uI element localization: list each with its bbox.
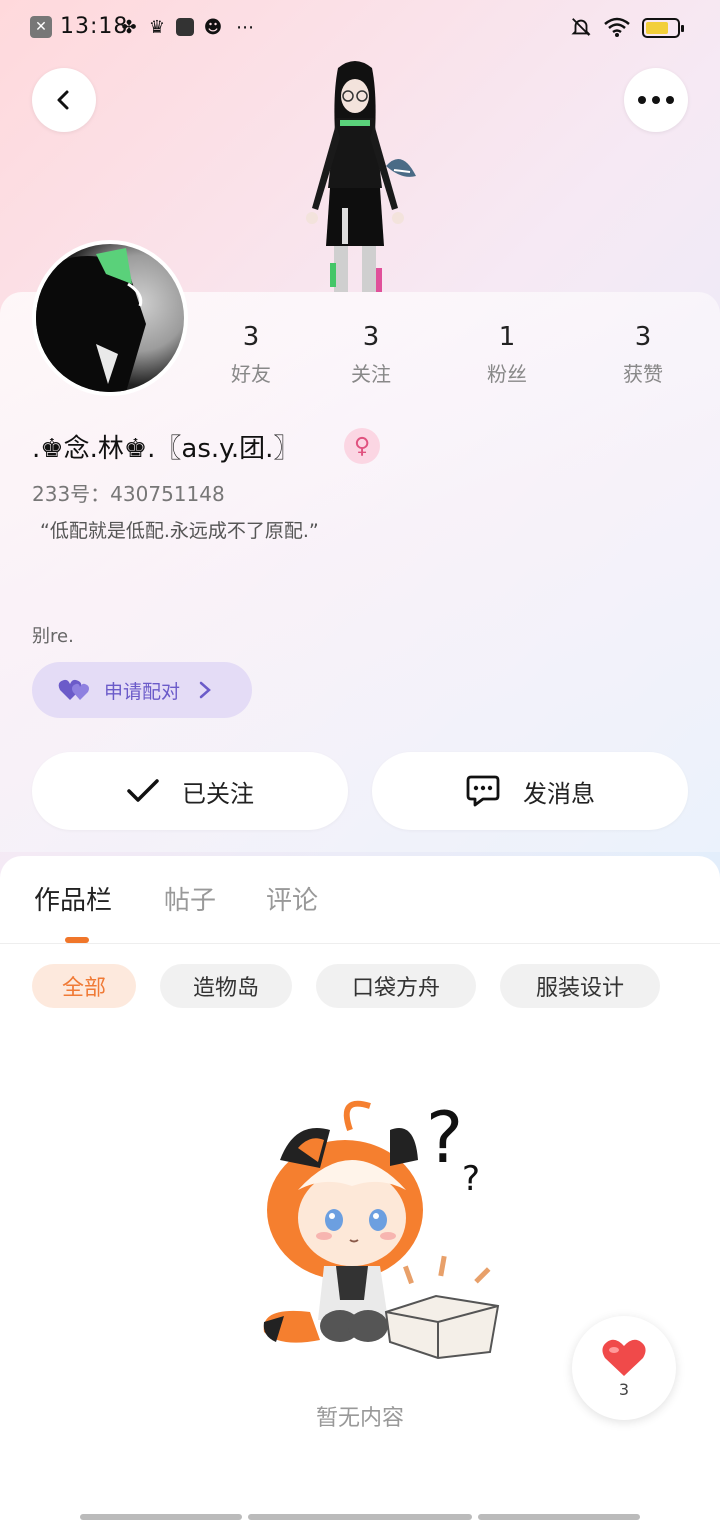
chat-bubble-icon [466, 775, 500, 807]
home-indicator-segment [80, 1514, 242, 1520]
wifi-icon [602, 16, 632, 38]
apply-pairing-button[interactable]: 申请配对 [32, 662, 252, 718]
send-message-button[interactable]: 发消息 [372, 752, 688, 830]
apply-pairing-label: 申请配对 [104, 680, 181, 703]
stat-likes-value: 3 [634, 322, 652, 352]
pinwheel-icon: ✤ [121, 16, 137, 38]
profile-note: 别re. [32, 626, 74, 647]
chevron-right-icon [199, 681, 211, 699]
stat-following[interactable]: 3 关注 [316, 322, 426, 387]
chevron-left-icon [57, 90, 69, 110]
crown-icon: ♛ [148, 16, 166, 38]
more-horizontal-icon [638, 96, 674, 104]
status-bar: ✕ 13:18 ✤ ♛ ☻ ⋯ [0, 0, 720, 56]
like-count: 3 [618, 1379, 630, 1399]
user-avatar[interactable] [32, 240, 188, 396]
tab-divider [0, 943, 720, 944]
tab-comments[interactable]: 评论 [266, 880, 318, 917]
empty-state-illustration: ? ? [240, 1090, 510, 1360]
app-square-icon [174, 16, 196, 38]
stat-following-label: 关注 [351, 362, 391, 386]
bell-mute-icon [570, 16, 592, 38]
stat-friends-label: 好友 [231, 362, 271, 386]
notification-close-icon: ✕ [30, 16, 52, 38]
stat-following-value: 3 [362, 322, 380, 352]
more-options-button[interactable] [624, 68, 688, 132]
stat-friends-value: 3 [242, 322, 260, 352]
stat-likes[interactable]: 3 获赞 [588, 322, 698, 387]
bio-text: “低配就是低配.永远成不了原配.” [40, 520, 319, 542]
filter-chip-creation-island[interactable]: 造物岛 [160, 964, 292, 1008]
checkmark-icon [127, 779, 159, 802]
character-avatar-figure [290, 58, 420, 292]
more-notifications-icon: ⋯ [236, 16, 254, 38]
stat-fans[interactable]: 1 粉丝 [452, 322, 562, 387]
filter-chip-pocket-ark[interactable]: 口袋方舟 [316, 964, 476, 1008]
send-message-label: 发消息 [523, 779, 595, 808]
hearts-icon [58, 679, 89, 700]
home-indicator-segment [478, 1514, 640, 1520]
like-button[interactable]: 3 [572, 1316, 676, 1420]
svg-text:?: ? [426, 1097, 463, 1179]
stat-fans-value: 1 [498, 322, 516, 352]
stat-likes-label: 获赞 [623, 362, 663, 386]
svg-text:?: ? [462, 1159, 480, 1199]
battery-icon [642, 18, 684, 38]
home-indicator-segment [248, 1514, 472, 1520]
filter-chip-clothing-design[interactable]: 服装设计 [500, 964, 660, 1008]
followed-button[interactable]: 已关注 [32, 752, 348, 830]
app-face-icon: ☻ [203, 16, 223, 38]
gender-female-icon: ♀ [344, 428, 380, 464]
user-id[interactable]: 233号：430751148 [32, 478, 225, 507]
filter-chip-all[interactable]: 全部 [32, 964, 136, 1008]
stat-fans-label: 粉丝 [487, 362, 527, 386]
tab-works[interactable]: 作品栏 [34, 880, 112, 917]
back-button[interactable] [32, 68, 96, 132]
nickname: .♚念.林♚.〖as.y.团.〗 [32, 434, 300, 464]
heart-icon [602, 1339, 646, 1376]
followed-label: 已关注 [182, 779, 254, 808]
tab-posts[interactable]: 帖子 [164, 880, 216, 917]
avatar-image [36, 244, 184, 392]
stat-friends[interactable]: 3 好友 [196, 322, 306, 387]
